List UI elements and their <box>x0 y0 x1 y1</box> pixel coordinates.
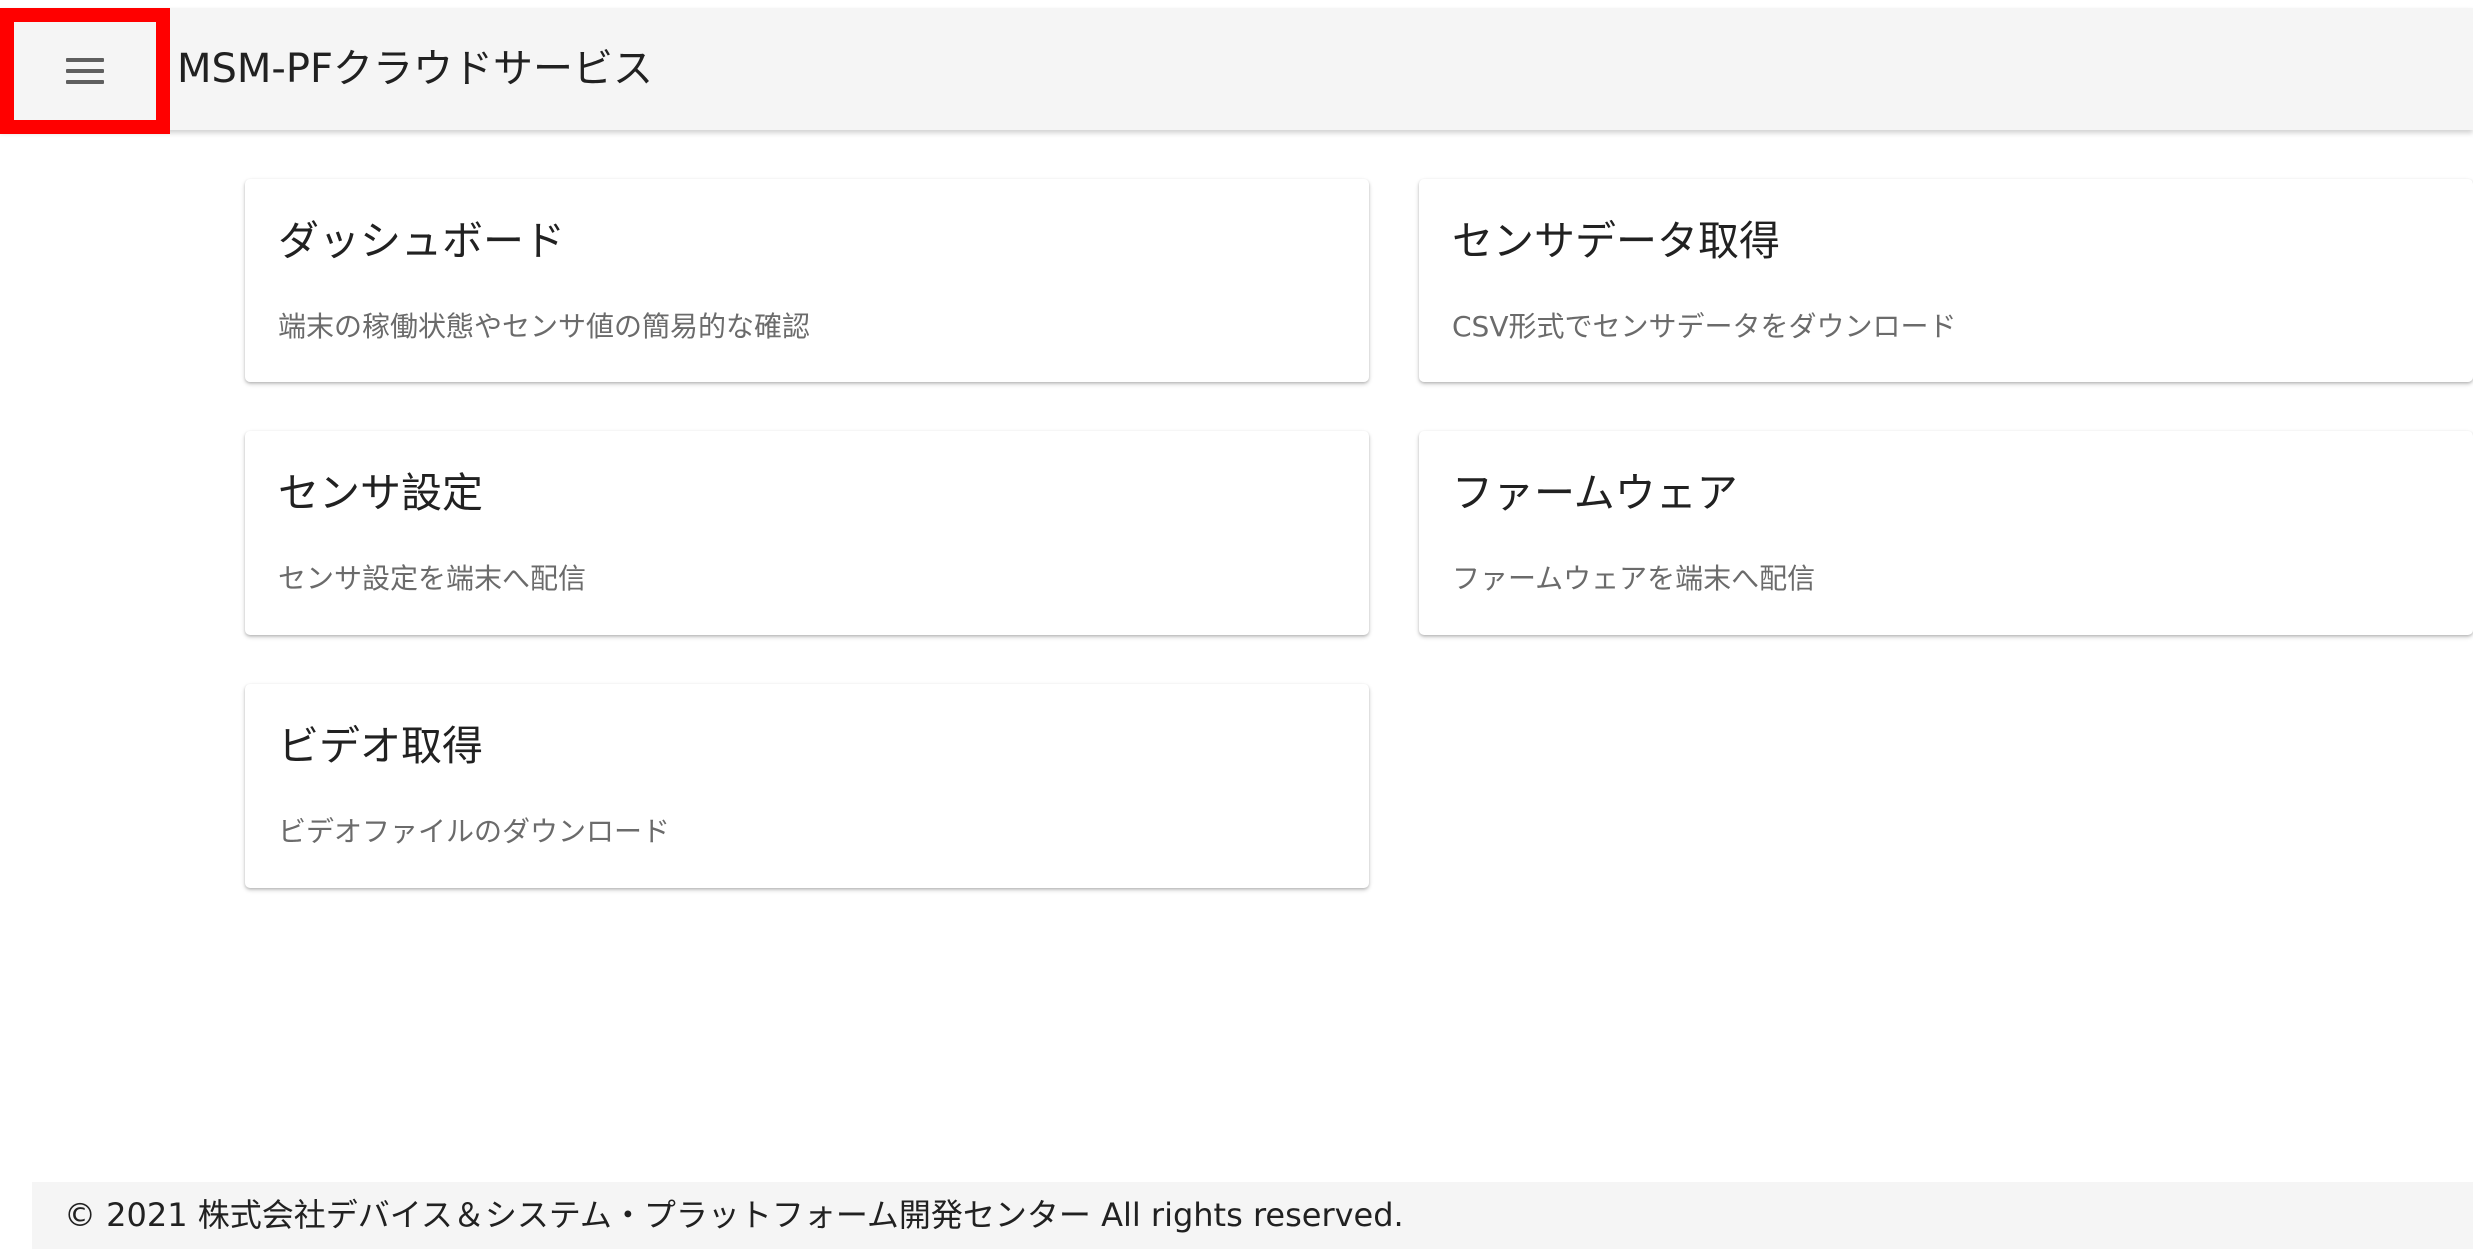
card-title: ファームウェア <box>1452 469 1738 517</box>
card-title: ビデオ取得 <box>278 722 483 770</box>
app-title: MSM-PFクラウドサービス <box>177 46 653 92</box>
menu-icon-line <box>66 80 104 84</box>
footer: © 2021 株式会社デバイス＆システム・プラットフォーム開発センター All … <box>32 1182 2473 1249</box>
menu-icon-line <box>66 69 104 73</box>
card-title: センサ設定 <box>278 469 483 517</box>
page: MSM-PFクラウドサービス ダッシュボード 端末の稼働状態やセンサ値の簡易的な… <box>0 0 2473 1249</box>
card-sensor-settings[interactable]: センサ設定 センサ設定を端末へ配信 <box>245 431 1369 635</box>
app-bar: MSM-PFクラウドサービス <box>0 8 2473 134</box>
card-title: ダッシュボード <box>278 217 565 265</box>
card-dashboard[interactable]: ダッシュボード 端末の稼働状態やセンサ値の簡易的な確認 <box>245 179 1369 382</box>
card-description: CSV形式でセンサデータをダウンロード <box>1452 310 1957 343</box>
menu-icon-line <box>66 58 104 62</box>
card-description: ビデオファイルのダウンロード <box>278 815 671 848</box>
copyright-text: © 2021 株式会社デバイス＆システム・プラットフォーム開発センター All … <box>64 1196 1404 1234</box>
card-video[interactable]: ビデオ取得 ビデオファイルのダウンロード <box>245 684 1369 888</box>
card-sensor-data[interactable]: センサデータ取得 CSV形式でセンサデータをダウンロード <box>1419 179 2473 382</box>
card-description: 端末の稼働状態やセンサ値の簡易的な確認 <box>278 310 811 343</box>
card-title: センサデータ取得 <box>1452 217 1780 265</box>
menu-button[interactable] <box>0 8 170 134</box>
hamburger-menu-icon[interactable] <box>66 58 104 84</box>
card-firmware[interactable]: ファームウェア ファームウェアを端末へ配信 <box>1419 431 2473 635</box>
card-description: センサ設定を端末へ配信 <box>278 562 587 595</box>
card-description: ファームウェアを端末へ配信 <box>1452 562 1816 595</box>
